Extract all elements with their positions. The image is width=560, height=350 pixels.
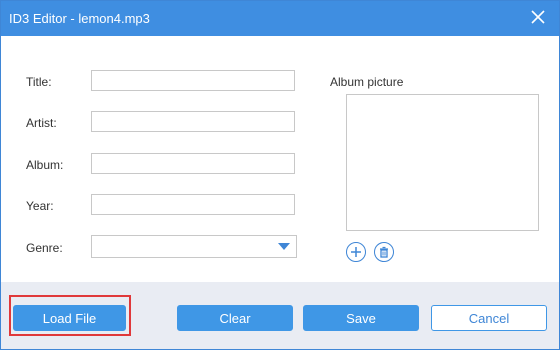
genre-select[interactable] [91, 235, 297, 258]
artist-label: Artist: [26, 116, 57, 130]
window-title: ID3 Editor - lemon4.mp3 [9, 11, 150, 26]
cancel-button[interactable]: Cancel [431, 305, 547, 331]
album-picture-box[interactable] [346, 94, 539, 231]
trash-icon[interactable] [374, 242, 394, 262]
title-label: Title: [26, 75, 52, 89]
album-input[interactable] [91, 153, 295, 174]
artist-input[interactable] [91, 111, 295, 132]
highlight-box [9, 295, 131, 336]
id3-editor-dialog: ID3 Editor - lemon4.mp3 Title: Artist: A… [0, 0, 560, 350]
form-area: Title: Artist: Album: Year: Genre: Album… [1, 36, 559, 282]
clear-button[interactable]: Clear [177, 305, 293, 331]
title-input[interactable] [91, 70, 295, 91]
close-icon[interactable] [529, 8, 547, 26]
year-label: Year: [26, 199, 54, 213]
title-bar: ID3 Editor - lemon4.mp3 [1, 1, 559, 36]
button-bar: Load File Clear Save Cancel [1, 282, 559, 349]
album-picture-label: Album picture [330, 75, 404, 89]
plus-icon[interactable] [346, 242, 366, 262]
genre-label: Genre: [26, 241, 63, 255]
year-input[interactable] [91, 194, 295, 215]
chevron-down-icon[interactable] [278, 243, 290, 250]
album-label: Album: [26, 158, 64, 172]
save-button[interactable]: Save [303, 305, 419, 331]
